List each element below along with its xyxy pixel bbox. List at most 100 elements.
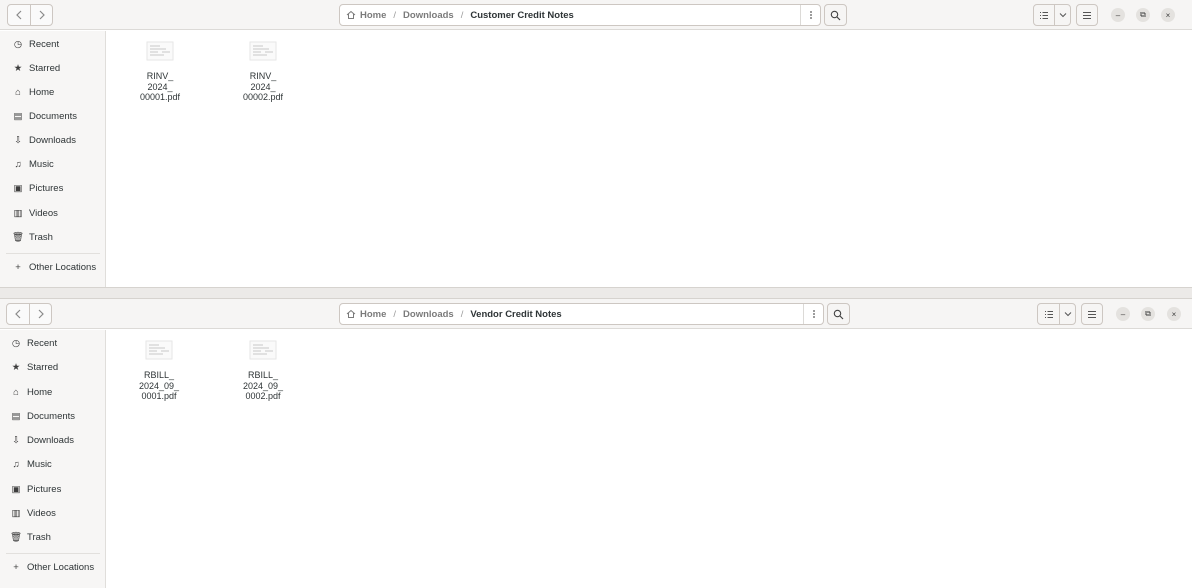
file-item[interactable]: RINV_ 2024_ 00002.pdf <box>229 40 297 103</box>
clock-icon: ◷ <box>13 38 23 50</box>
sidebar-item-label: Trash <box>29 231 53 243</box>
sidebar-item-other-locations[interactable]: + Other Locations <box>0 556 106 578</box>
plus-icon: + <box>15 261 21 273</box>
sidebar-item-other-locations[interactable]: + Other Locations <box>0 256 106 278</box>
sidebar-item-label: Music <box>29 158 54 170</box>
home-icon <box>346 309 356 318</box>
trash-icon: 🗑 <box>11 231 25 243</box>
window-gap <box>0 287 1192 299</box>
sidebar-item-pictures[interactable]: ▣ Pictures <box>0 177 106 199</box>
breadcrumb-home-label: Home <box>360 308 387 320</box>
sidebar-item-downloads[interactable]: ⇩ Downloads <box>0 429 106 451</box>
sidebar-item-trash[interactable]: 🗑 Trash <box>0 226 106 248</box>
back-button[interactable] <box>7 304 29 324</box>
sidebar-item-label: Recent <box>27 337 58 349</box>
path-bar[interactable]: Home / Downloads / Vendor Credit Notes <box>339 303 824 325</box>
view-options-button[interactable] <box>1054 5 1070 25</box>
plus-icon: + <box>13 561 19 573</box>
sidebar-item-videos[interactable]: ▥ Videos <box>0 502 106 524</box>
restore-icon: ⧉ <box>1145 309 1151 318</box>
sidebar-item-home[interactable]: ⌂ Home <box>0 381 106 403</box>
breadcrumb-separator: / <box>393 308 397 320</box>
more-vertical-icon <box>809 11 812 19</box>
list-view-icon <box>1044 310 1053 318</box>
sidebar-item-documents[interactable]: ▤ Documents <box>0 105 106 127</box>
sidebar-item-pictures[interactable]: ▣ Pictures <box>0 478 106 500</box>
header-bar: Home / Downloads / Customer Credit Notes… <box>0 0 1192 30</box>
file-item[interactable]: RBILL_ 2024_09_ 0002.pdf <box>229 339 297 402</box>
path-menu-button[interactable] <box>800 5 820 25</box>
sidebar-item-starred[interactable]: ★ Starred <box>0 57 106 79</box>
nav-buttons <box>7 4 53 26</box>
file-view: RINV_ 2024_ 00001.pdf RINV_ 2024_ 00002.… <box>107 31 1192 287</box>
search-button[interactable] <box>827 303 850 325</box>
home-icon: ⌂ <box>13 386 19 398</box>
minimize-icon: – <box>1120 309 1126 319</box>
trash-icon: 🗑 <box>9 531 23 543</box>
film-icon: ▥ <box>13 207 23 219</box>
sidebar-item-recent[interactable]: ◷ Recent <box>0 332 106 354</box>
sidebar-item-label: Pictures <box>27 483 62 495</box>
sidebar-item-label: Music <box>27 458 52 470</box>
sidebar-item-label: Home <box>29 86 55 98</box>
path-menu-button[interactable] <box>803 304 823 324</box>
breadcrumb-downloads[interactable]: Downloads <box>403 309 454 320</box>
file-manager-window-customer: Home / Downloads / Customer Credit Notes… <box>0 0 1192 287</box>
close-button[interactable]: × <box>1161 8 1175 22</box>
sidebar-item-music[interactable]: ♫ Music <box>0 153 106 175</box>
main-menu-button[interactable] <box>1081 303 1103 325</box>
search-icon <box>830 10 841 20</box>
breadcrumb-downloads[interactable]: Downloads <box>403 10 454 21</box>
pdf-file-icon <box>145 40 175 62</box>
breadcrumb-home[interactable]: Home <box>346 10 386 21</box>
search-button[interactable] <box>824 4 847 26</box>
minimize-icon: – <box>1115 10 1121 20</box>
pdf-file-icon <box>144 339 174 361</box>
sidebar: ◷ Recent ★ Starred ⌂ Home ▤ Documents ⇩ Downl… <box>0 330 106 588</box>
back-button[interactable] <box>8 5 30 25</box>
minimize-button[interactable]: – <box>1116 307 1130 321</box>
sidebar-item-recent[interactable]: ◷ Recent <box>0 33 106 55</box>
sidebar-item-label: Videos <box>27 507 56 519</box>
main-menu-button[interactable] <box>1076 4 1098 26</box>
path-bar[interactable]: Home / Downloads / Customer Credit Notes <box>339 4 821 26</box>
restore-button[interactable]: ⧉ <box>1141 307 1155 321</box>
search-icon <box>833 309 844 319</box>
sidebar-item-label: Documents <box>27 410 76 422</box>
sidebar-item-label: Videos <box>29 207 58 219</box>
forward-button[interactable] <box>29 304 51 324</box>
sidebar-item-label: Pictures <box>29 182 64 194</box>
sidebar-item-downloads[interactable]: ⇩ Downloads <box>0 129 106 151</box>
file-name: RINV_ 2024_ 00002.pdf <box>242 71 284 103</box>
sidebar-item-home[interactable]: ⌂ Home <box>0 81 106 103</box>
sidebar-item-starred[interactable]: ★ Starred <box>0 356 106 378</box>
file-item[interactable]: RBILL_ 2024_09_ 0001.pdf <box>125 339 193 402</box>
breadcrumb-current[interactable]: Vendor Credit Notes <box>470 309 561 320</box>
forward-button[interactable] <box>30 5 52 25</box>
sidebar-item-trash[interactable]: 🗑 Trash <box>0 526 106 548</box>
list-view-button[interactable] <box>1034 5 1054 25</box>
nav-buttons <box>6 303 52 325</box>
minimize-button[interactable]: – <box>1111 8 1125 22</box>
list-view-button[interactable] <box>1038 304 1059 324</box>
sidebar-item-label: Trash <box>27 531 51 543</box>
sidebar-item-documents[interactable]: ▤ Documents <box>0 405 106 427</box>
hamburger-menu-icon <box>1083 11 1091 19</box>
breadcrumb-home[interactable]: Home <box>346 309 386 320</box>
file-item[interactable]: RINV_ 2024_ 00001.pdf <box>126 40 194 103</box>
music-icon: ♫ <box>12 458 20 470</box>
sidebar-item-music[interactable]: ♫ Music <box>0 453 106 475</box>
close-button[interactable]: × <box>1167 307 1181 321</box>
header-bar: Home / Downloads / Vendor Credit Notes – <box>0 299 1192 329</box>
sidebar-item-label: Other Locations <box>27 561 95 573</box>
close-icon: × <box>1171 309 1177 319</box>
more-vertical-icon <box>812 310 815 318</box>
hamburger-menu-icon <box>1088 310 1096 318</box>
breadcrumb-current[interactable]: Customer Credit Notes <box>470 10 573 21</box>
sidebar-divider <box>6 253 100 254</box>
restore-button[interactable]: ⧉ <box>1136 8 1150 22</box>
sidebar-item-videos[interactable]: ▥ Videos <box>0 202 106 224</box>
restore-icon: ⧉ <box>1140 10 1146 19</box>
sidebar-item-label: Starred <box>27 361 59 373</box>
view-options-button[interactable] <box>1059 304 1075 324</box>
